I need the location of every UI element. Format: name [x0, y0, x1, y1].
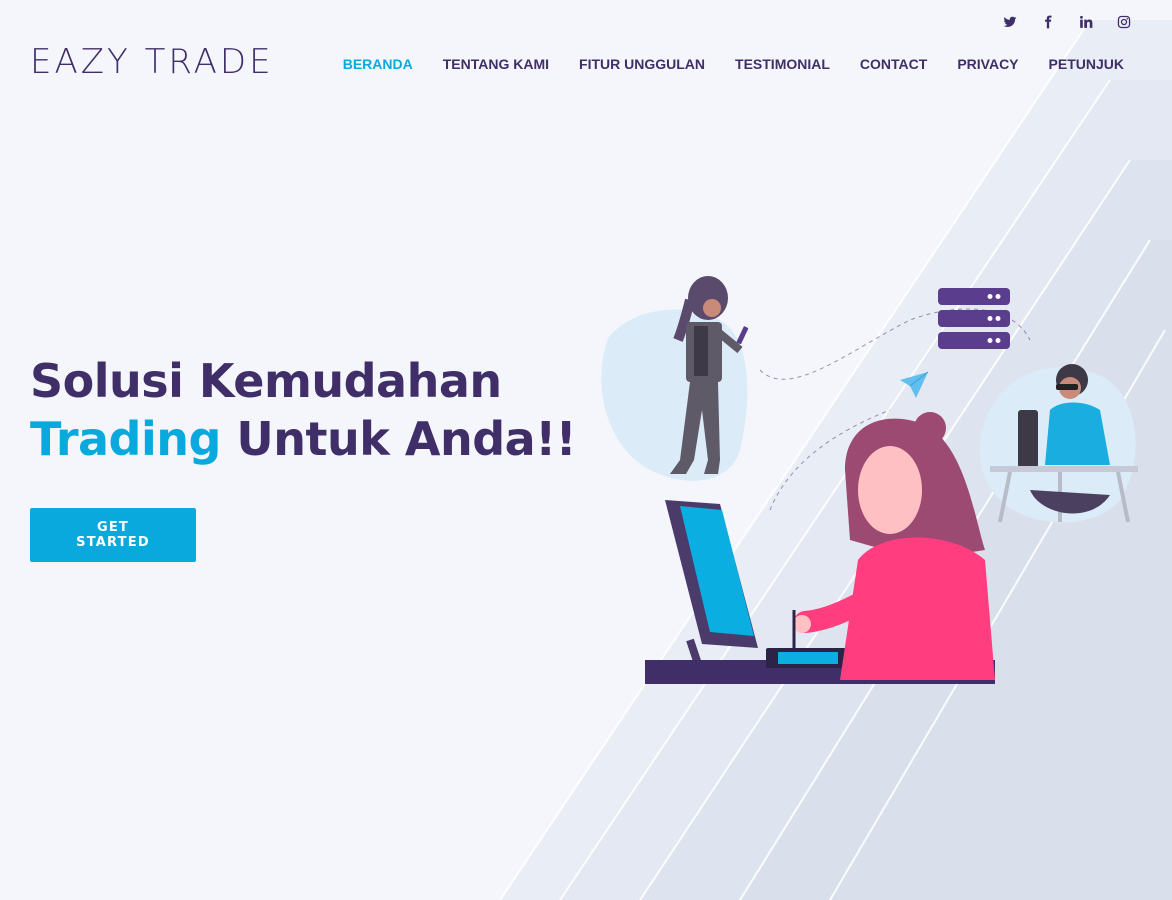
hero-accent-word: Trading	[30, 412, 221, 466]
get-started-button[interactable]: GET STARTED	[30, 508, 196, 562]
facebook-icon[interactable]	[1040, 12, 1056, 32]
nav-item-privacy[interactable]: PRIVACY	[957, 56, 1018, 72]
drawing-woman-figure	[792, 412, 995, 680]
nav-item-contact[interactable]: CONTACT	[860, 56, 927, 72]
nav-item-fitur-unggulan[interactable]: FITUR UNGGULAN	[579, 56, 705, 72]
hero-section: Solusi Kemudahan Trading Untuk Anda!! GE…	[30, 352, 577, 562]
hero-line-1: Solusi Kemudahan	[30, 354, 502, 408]
site-logo[interactable]: EAZY TRADE	[30, 42, 274, 82]
hero-line-2-rest: Untuk Anda!!	[220, 412, 577, 466]
nav-item-petunjuk[interactable]: PETUNJUK	[1049, 56, 1124, 72]
nav-item-tentang-kami[interactable]: TENTANG KAMI	[443, 56, 549, 72]
hero-title: Solusi Kemudahan Trading Untuk Anda!!	[30, 352, 577, 468]
linkedin-icon[interactable]	[1078, 12, 1094, 32]
nav-item-beranda[interactable]: BERANDA	[343, 56, 413, 72]
nav-item-testimonial[interactable]: TESTIMONIAL	[735, 56, 830, 72]
main-nav: BERANDA TENTANG KAMI FITUR UNGGULAN TEST…	[343, 56, 1124, 72]
twitter-icon[interactable]	[1002, 12, 1018, 32]
hero-illustration	[601, 276, 1138, 684]
instagram-icon[interactable]	[1116, 12, 1132, 32]
server-stack-icon	[938, 288, 1010, 349]
social-links	[1002, 12, 1132, 32]
